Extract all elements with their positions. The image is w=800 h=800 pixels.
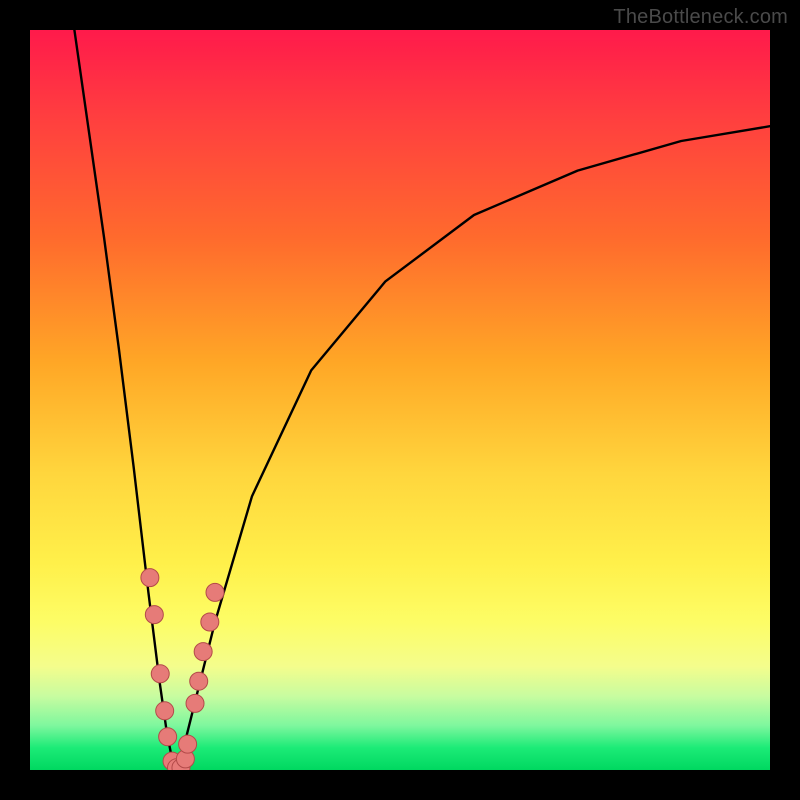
data-marker	[145, 606, 163, 624]
chart-frame: TheBottleneck.com	[0, 0, 800, 800]
data-marker	[179, 735, 197, 753]
curve-right-branch	[177, 126, 770, 770]
data-marker	[190, 672, 208, 690]
data-marker	[194, 643, 212, 661]
data-marker	[159, 728, 177, 746]
data-marker	[141, 569, 159, 587]
data-marker	[201, 613, 219, 631]
data-marker	[156, 702, 174, 720]
data-marker	[151, 665, 169, 683]
data-marker	[186, 694, 204, 712]
chart-svg	[30, 30, 770, 770]
data-marker	[206, 583, 224, 601]
plot-area	[30, 30, 770, 770]
watermark-text: TheBottleneck.com	[613, 6, 788, 29]
curve-left-branch	[74, 30, 176, 770]
